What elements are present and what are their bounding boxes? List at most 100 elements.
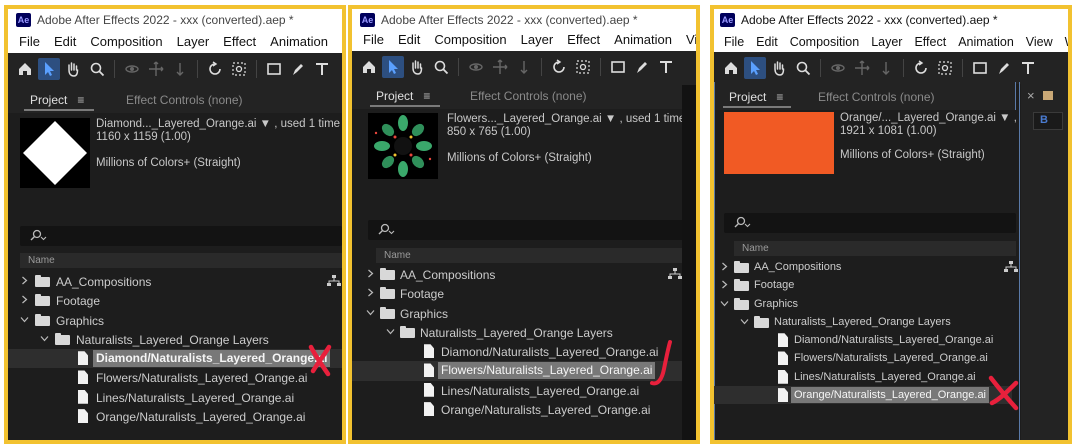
tree-row-aa-compositions[interactable]: AA_Compositions <box>714 258 1018 276</box>
menu-file[interactable]: File <box>12 34 47 49</box>
chevron-right-icon[interactable] <box>720 262 729 271</box>
rotate-tool-icon[interactable] <box>910 57 932 79</box>
search-input[interactable] <box>724 213 1016 233</box>
tree-row-lines[interactable]: Lines/Naturalists_Layered_Orange.ai <box>352 381 696 400</box>
dolly-camera-icon[interactable] <box>169 58 191 80</box>
tree-row-graphics[interactable]: Graphics <box>714 295 1012 313</box>
chevron-down-icon[interactable] <box>40 334 49 343</box>
tree-row-flowers[interactable]: Flowers/Naturalists_Layered_Orange.ai <box>8 368 342 387</box>
chevron-down-icon[interactable] <box>20 315 29 324</box>
tab-effect-controls[interactable]: Effect Controls (none) <box>470 89 587 103</box>
tab-project[interactable]: Project ≡ <box>376 89 430 103</box>
selection-tool-icon[interactable] <box>38 58 60 80</box>
home-icon[interactable] <box>358 56 380 78</box>
pan-camera-icon[interactable] <box>489 56 511 78</box>
tree-row-aa-compositions[interactable]: AA_Compositions <box>352 265 696 284</box>
tree-row-flowers[interactable]: Flowers/Naturalists_Layered_Orange.ai <box>352 361 696 381</box>
chevron-down-icon[interactable] <box>386 327 395 336</box>
menu-effect[interactable]: Effect <box>216 34 263 49</box>
tree-row-layers-folder[interactable]: Naturalists_Layered_Orange Layers <box>352 323 696 342</box>
menu-window[interactable]: W <box>1059 35 1068 49</box>
menu-edit[interactable]: Edit <box>391 32 427 47</box>
zoom-tool-icon[interactable] <box>86 58 108 80</box>
chevron-right-icon[interactable] <box>20 276 29 285</box>
rectangle-tool-icon[interactable] <box>607 56 629 78</box>
tree-row-graphics[interactable]: Graphics <box>8 311 342 330</box>
selection-tool-icon[interactable] <box>744 57 766 79</box>
anchor-point-tool-icon[interactable] <box>572 56 594 78</box>
pen-tool-icon[interactable] <box>287 58 309 80</box>
menu-composition[interactable]: Composition <box>427 32 513 47</box>
close-tab-icon[interactable]: × <box>1027 88 1035 103</box>
name-column-header[interactable]: Name <box>20 253 342 268</box>
tree-row-orange[interactable]: Orange/Naturalists_Layered_Orange.ai <box>714 386 1012 405</box>
zoom-tool-icon[interactable] <box>792 57 814 79</box>
menu-layer[interactable]: Layer <box>170 34 217 49</box>
chevron-right-icon[interactable] <box>366 288 375 297</box>
menu-effect[interactable]: Effect <box>560 32 607 47</box>
hand-tool-icon[interactable] <box>406 56 428 78</box>
tree-row-lines[interactable]: Lines/Naturalists_Layered_Orange.ai <box>714 368 1012 386</box>
tab-effect-controls[interactable]: Effect Controls (none) <box>126 93 243 107</box>
chevron-right-icon[interactable] <box>720 280 729 289</box>
menu-animation[interactable]: Animation <box>607 32 679 47</box>
orbit-camera-icon[interactable] <box>121 58 143 80</box>
menu-layer[interactable]: Layer <box>514 32 561 47</box>
chevron-right-icon[interactable] <box>366 269 375 278</box>
chevron-down-icon[interactable] <box>720 299 729 308</box>
home-icon[interactable] <box>720 57 742 79</box>
pen-tool-icon[interactable] <box>631 56 653 78</box>
pen-tool-icon[interactable] <box>993 57 1015 79</box>
hand-tool-icon[interactable] <box>768 57 790 79</box>
flowchart-icon[interactable] <box>327 275 341 287</box>
type-tool-icon[interactable] <box>655 56 677 78</box>
selection-tool-icon[interactable] <box>382 56 404 78</box>
dolly-camera-icon[interactable] <box>875 57 897 79</box>
panel-menu-icon[interactable]: ≡ <box>776 90 783 104</box>
tree-row-footage[interactable]: Footage <box>714 276 1012 294</box>
tree-row-footage[interactable]: Footage <box>8 291 342 310</box>
tree-row-footage[interactable]: Footage <box>352 284 696 303</box>
pan-camera-icon[interactable] <box>851 57 873 79</box>
tree-row-orange[interactable]: Orange/Naturalists_Layered_Orange.ai <box>8 407 342 426</box>
anchor-point-tool-icon[interactable] <box>228 58 250 80</box>
tree-row-diamond[interactable]: Diamond/Naturalists_Layered_Orange.ai <box>714 331 1012 349</box>
tree-row-orange[interactable]: Orange/Naturalists_Layered_Orange.ai <box>352 400 696 419</box>
orbit-camera-icon[interactable] <box>465 56 487 78</box>
rectangle-tool-icon[interactable] <box>263 58 285 80</box>
chevron-down-icon[interactable] <box>740 317 749 326</box>
tree-row-flowers[interactable]: Flowers/Naturalists_Layered_Orange.ai <box>714 349 1012 367</box>
pan-camera-icon[interactable] <box>145 58 167 80</box>
tree-row-layers-folder[interactable]: Naturalists_Layered_Orange Layers <box>8 330 342 349</box>
menu-composition[interactable]: Composition <box>83 34 169 49</box>
tree-row-diamond[interactable]: Diamond/Naturalists_Layered_Orange.ai <box>8 349 342 369</box>
menu-animation[interactable]: Animation <box>952 35 1020 49</box>
menu-view[interactable]: V <box>335 34 343 49</box>
hand-tool-icon[interactable] <box>62 58 84 80</box>
flowchart-icon[interactable] <box>1004 261 1018 273</box>
tree-row-aa-compositions[interactable]: AA_Compositions <box>8 272 342 291</box>
tree-row-lines[interactable]: Lines/Naturalists_Layered_Orange.ai <box>8 388 342 407</box>
chevron-right-icon[interactable] <box>20 295 29 304</box>
menu-animation[interactable]: Animation <box>263 34 335 49</box>
tree-row-layers-folder[interactable]: Naturalists_Layered_Orange Layers <box>714 313 1012 331</box>
orbit-camera-icon[interactable] <box>827 57 849 79</box>
menu-edit[interactable]: Edit <box>47 34 83 49</box>
panel-menu-icon[interactable]: ≡ <box>77 93 84 107</box>
zoom-tool-icon[interactable] <box>430 56 452 78</box>
menu-edit[interactable]: Edit <box>750 35 784 49</box>
tab-project[interactable]: Project ≡ <box>729 90 783 104</box>
rotate-tool-icon[interactable] <box>548 56 570 78</box>
tab-effect-controls[interactable]: Effect Controls (none) <box>818 90 935 104</box>
menu-file[interactable]: File <box>356 32 391 47</box>
menu-layer[interactable]: Layer <box>865 35 908 49</box>
flowchart-icon[interactable] <box>668 268 682 280</box>
rotate-tool-icon[interactable] <box>204 58 226 80</box>
home-icon[interactable] <box>14 58 36 80</box>
chevron-down-icon[interactable] <box>366 308 375 317</box>
name-column-header[interactable]: Name <box>376 248 686 263</box>
tree-row-diamond[interactable]: Diamond/Naturalists_Layered_Orange.ai <box>352 342 696 361</box>
menu-file[interactable]: File <box>718 35 750 49</box>
panel-menu-icon[interactable]: ≡ <box>423 89 430 103</box>
dolly-camera-icon[interactable] <box>513 56 535 78</box>
